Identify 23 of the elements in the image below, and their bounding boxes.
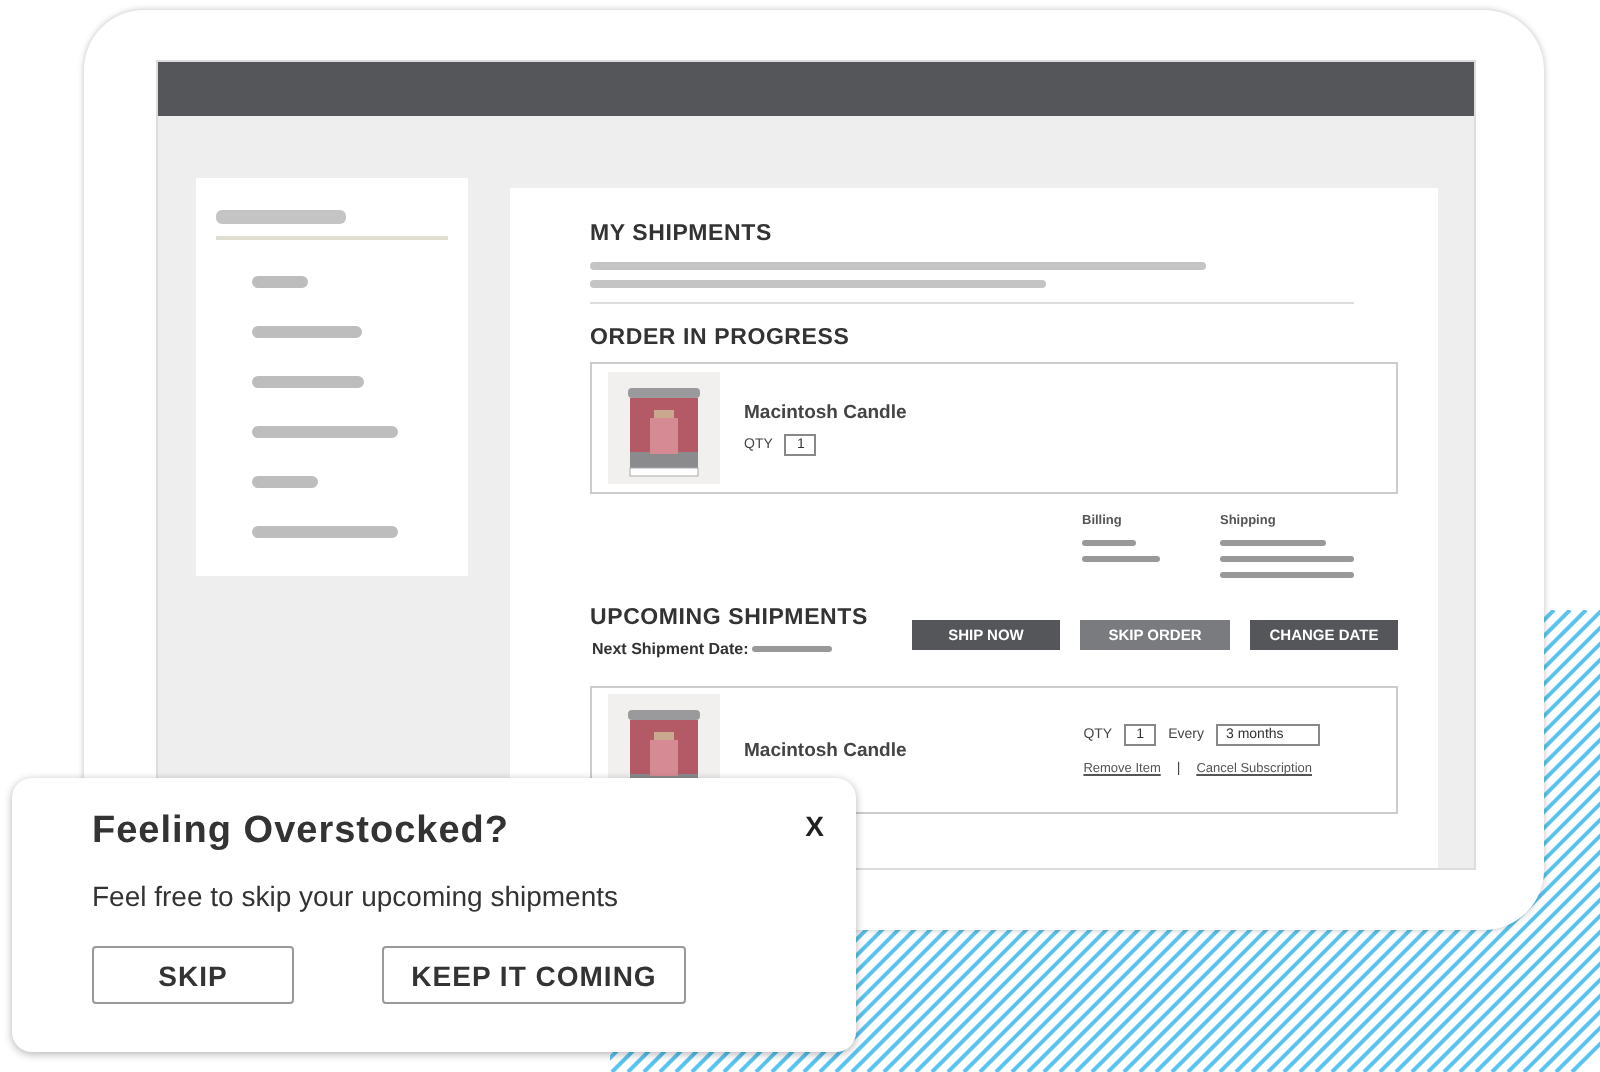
placeholder-line — [1220, 540, 1326, 546]
placeholder-line — [252, 476, 318, 488]
popup-title: Feeling Overstocked? — [92, 810, 512, 854]
placeholder-line — [252, 276, 308, 288]
placeholder-line — [1082, 556, 1160, 562]
placeholder-line — [752, 646, 833, 652]
close-button[interactable]: X — [801, 810, 828, 842]
skip-button[interactable]: SKIP — [92, 946, 294, 1004]
product-name: Macintosh Candle — [744, 739, 907, 761]
product-name: Macintosh Candle — [744, 401, 907, 423]
popup-message: Feel free to skip your upcoming shipments — [92, 880, 621, 912]
keep-button[interactable]: KEEP IT COMING — [382, 946, 686, 1004]
candle-drawing — [608, 372, 720, 484]
placeholder-line — [1220, 556, 1354, 562]
placeholder-line — [252, 326, 362, 338]
placeholder-line — [216, 210, 346, 224]
placeholder-line — [252, 376, 364, 388]
section-heading: UPCOMING SHIPMENTS — [590, 606, 868, 630]
page-title: MY SHIPMENTS — [590, 222, 772, 246]
placeholder-line — [1220, 572, 1354, 578]
section-heading: ORDER IN PROGRESS — [590, 326, 850, 350]
placeholder-line — [1082, 540, 1136, 546]
next-date-label: Next Shipment Date: — [592, 640, 749, 658]
